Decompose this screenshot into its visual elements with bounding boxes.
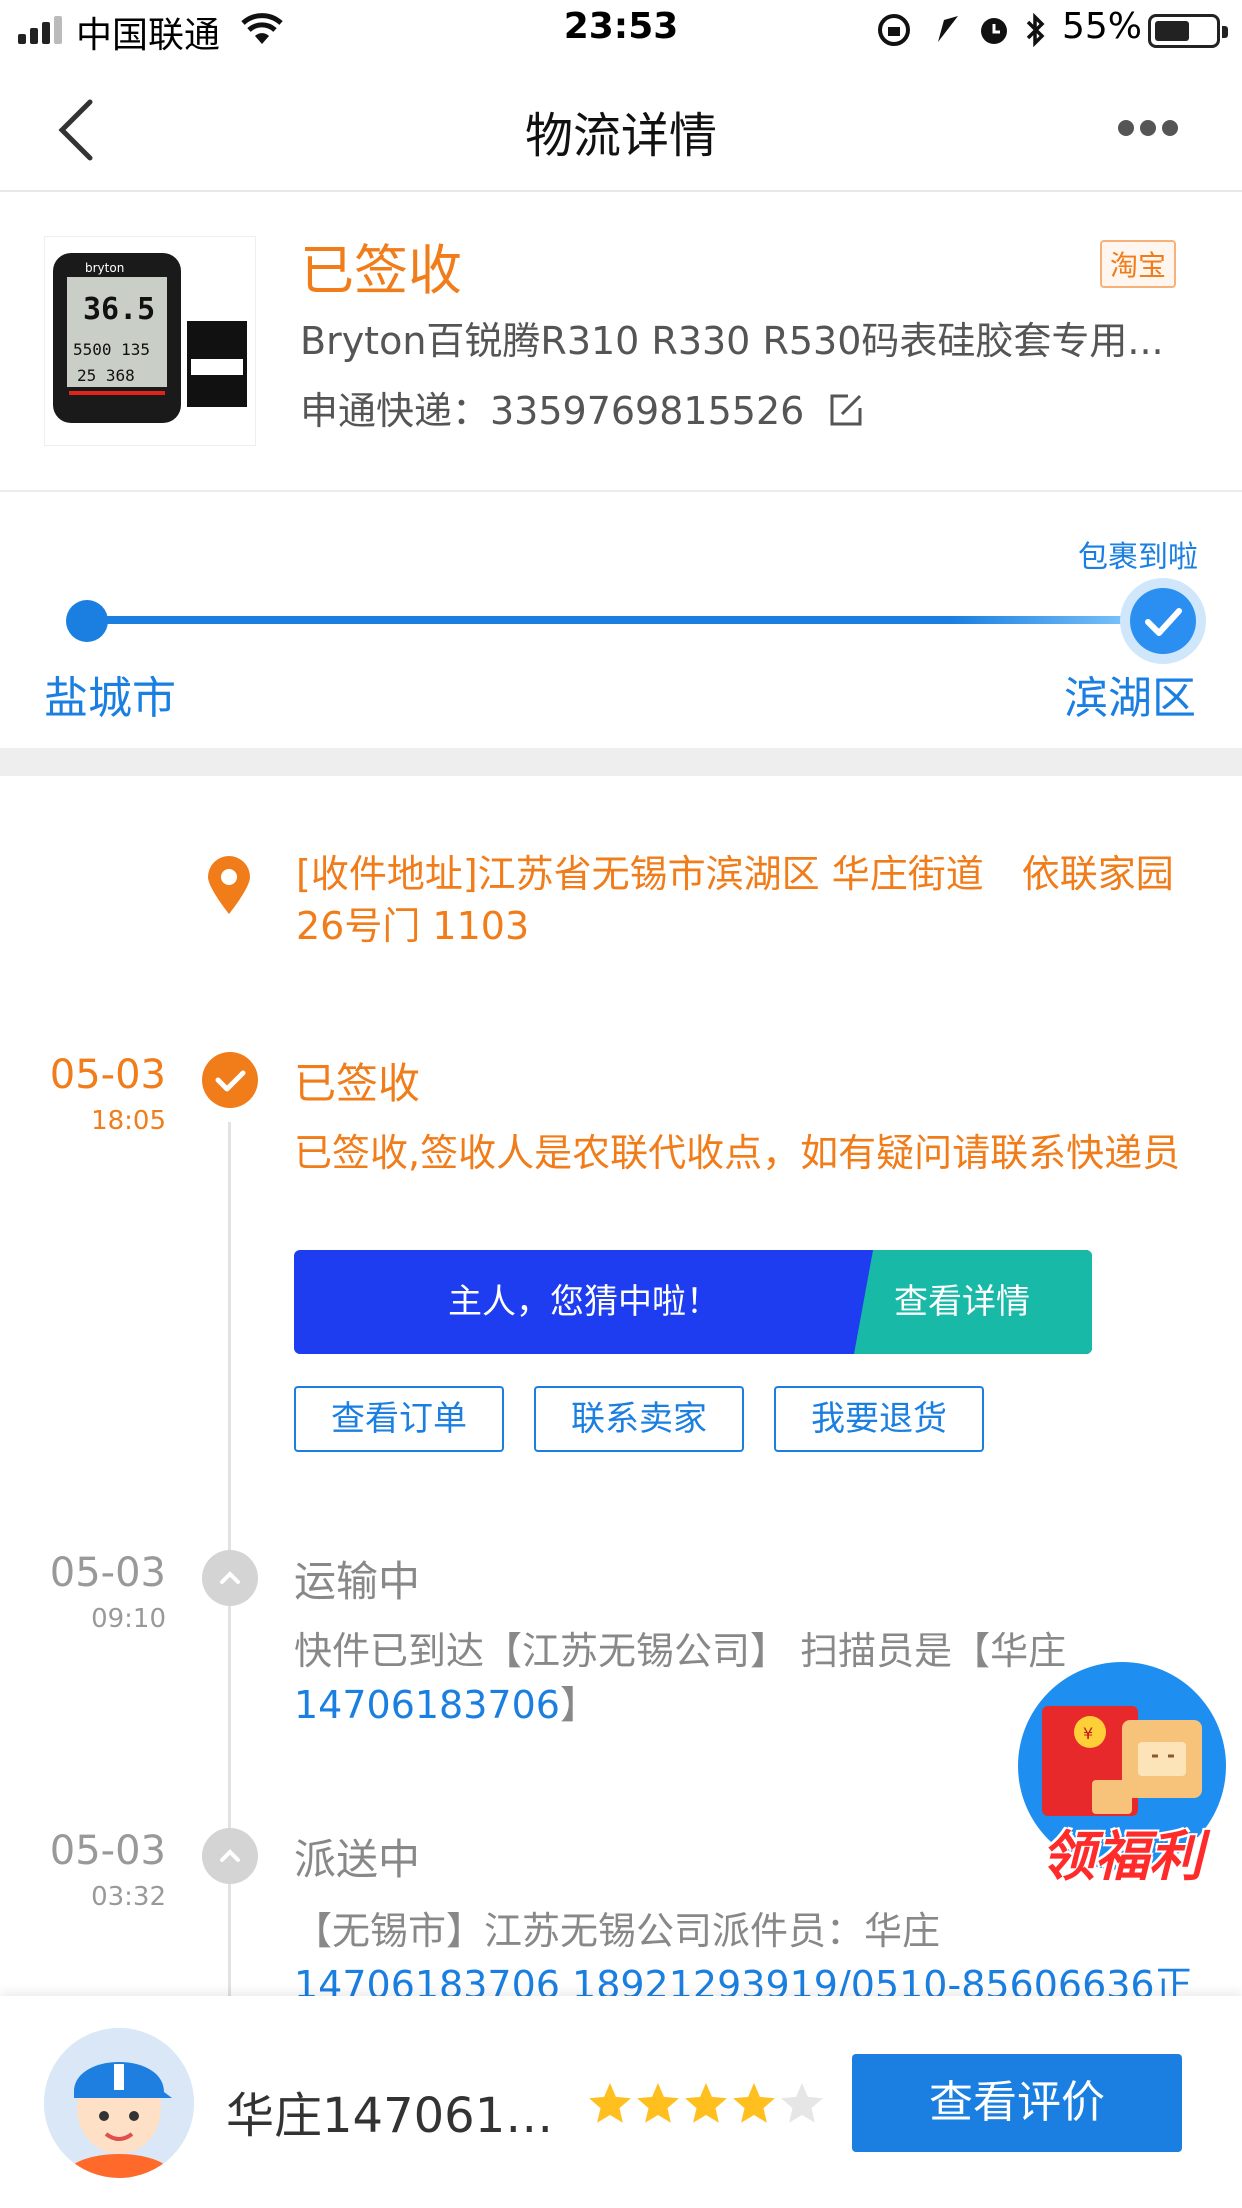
destination-city: 滨湖区	[1064, 673, 1196, 724]
event-time: 09:10	[91, 1604, 166, 1634]
status-bar: 中国联通 23:53 55%	[0, 0, 1242, 62]
phone-link[interactable]: 14706183706 18921293919/0510-85606636正	[294, 1963, 1193, 1996]
chevron-up-icon	[202, 1828, 258, 1884]
product-name[interactable]: Bryton百锐腾R310 R330 R530码表硅胶套专用...	[300, 310, 1180, 365]
star-filled-icon	[637, 2083, 679, 2123]
route-line	[86, 616, 1166, 624]
courier-bar: 华庄14706183706 查看评价	[0, 1996, 1242, 2208]
route-end-check-icon	[1130, 588, 1196, 654]
event-title: 派送中	[294, 1835, 421, 1884]
event-title: 已签收	[294, 1059, 421, 1108]
product-card[interactable]: bryton 36.5 5500 135 25 368 已签收 淘宝 Bryto…	[0, 192, 1242, 492]
more-icon[interactable]	[1118, 120, 1178, 136]
courier-name: 华庄14706183706	[226, 2088, 566, 2144]
status-icons	[878, 12, 1045, 48]
star-filled-icon	[589, 2083, 631, 2123]
event-description-text: 【无锡市】江苏无锡公司派件员：华庄	[294, 1909, 941, 1953]
event-date: 05-03	[49, 1828, 166, 1874]
tracking-number[interactable]: 申通快递：3359769815526	[300, 380, 866, 435]
route-start-dot	[66, 600, 108, 642]
svg-text:¥: ¥	[1083, 1724, 1093, 1743]
battery-icon	[1148, 14, 1228, 48]
chevron-up-icon	[202, 1550, 258, 1606]
event-description: 【无锡市】江苏无锡公司派件员：华庄 14706183706 1892129391…	[294, 1904, 1193, 1996]
location-pin-icon	[208, 856, 250, 914]
event-time: 03:32	[91, 1882, 166, 1912]
event-description-end: 】	[559, 1683, 598, 1727]
welfare-promo[interactable]: ¥ 领福利	[1012, 1660, 1232, 1890]
page-title: 物流详情	[524, 108, 717, 164]
event-title: 运输中	[294, 1557, 421, 1606]
battery-percent: 55%	[1062, 6, 1143, 47]
route-progress: 包裹到啦 盐城市 滨湖区	[0, 492, 1242, 748]
delivery-status: 已签收	[300, 239, 462, 302]
svg-text:bryton: bryton	[85, 261, 124, 275]
event-description-text: 快件已到达【江苏无锡公司】 扫描员是【华庄	[294, 1629, 1067, 1673]
svg-text:5500 135: 5500 135	[73, 340, 150, 359]
courier-rating	[586, 2080, 826, 2130]
platform-badge: 淘宝	[1100, 240, 1177, 288]
tracking-text: 申通快递：3359769815526	[300, 389, 805, 433]
event-date: 05-03	[49, 1550, 166, 1596]
view-details-button[interactable]: 查看详情	[854, 1250, 1092, 1354]
route-note: 包裹到啦	[1078, 540, 1198, 575]
welfare-label: 领福利	[1041, 1825, 1203, 1888]
event-description: 已签收,签收人是农联代收点，如有疑问请联系快递员	[294, 1131, 1181, 1175]
view-order-button[interactable]: 查看订单	[294, 1386, 504, 1452]
promo-banner[interactable]: 主人，您猜中啦！ 查看详情	[294, 1250, 1092, 1354]
signed-check-icon	[202, 1052, 258, 1108]
courier-avatar[interactable]	[44, 2028, 194, 2178]
star-filled-icon	[685, 2083, 727, 2123]
event-time: 18:05	[91, 1106, 166, 1136]
star-filled-icon	[733, 2083, 775, 2123]
view-rating-button[interactable]: 查看评价	[852, 2054, 1182, 2152]
edit-icon[interactable]	[826, 390, 866, 430]
promo-banner-text: 主人，您猜中啦！	[448, 1282, 720, 1322]
svg-text:25 368: 25 368	[77, 366, 135, 385]
event-date: 05-03	[49, 1052, 166, 1098]
origin-city: 盐城市	[44, 673, 176, 724]
return-button[interactable]: 我要退货	[774, 1386, 984, 1452]
nav-bar: 物流详情	[0, 62, 1242, 192]
svg-text:36.5: 36.5	[83, 292, 155, 327]
section-divider	[0, 748, 1242, 776]
delivery-address: [收件地址]江苏省无锡市滨湖区 华庄街道 依联家园26号门 1103	[296, 852, 1174, 948]
contact-seller-button[interactable]: 联系卖家	[534, 1386, 744, 1452]
product-thumbnail[interactable]: bryton 36.5 5500 135 25 368	[44, 236, 256, 446]
phone-link[interactable]: 14706183706	[294, 1683, 560, 1727]
star-empty-icon	[781, 2083, 823, 2123]
view-details-label: 查看详情	[894, 1282, 1030, 1322]
